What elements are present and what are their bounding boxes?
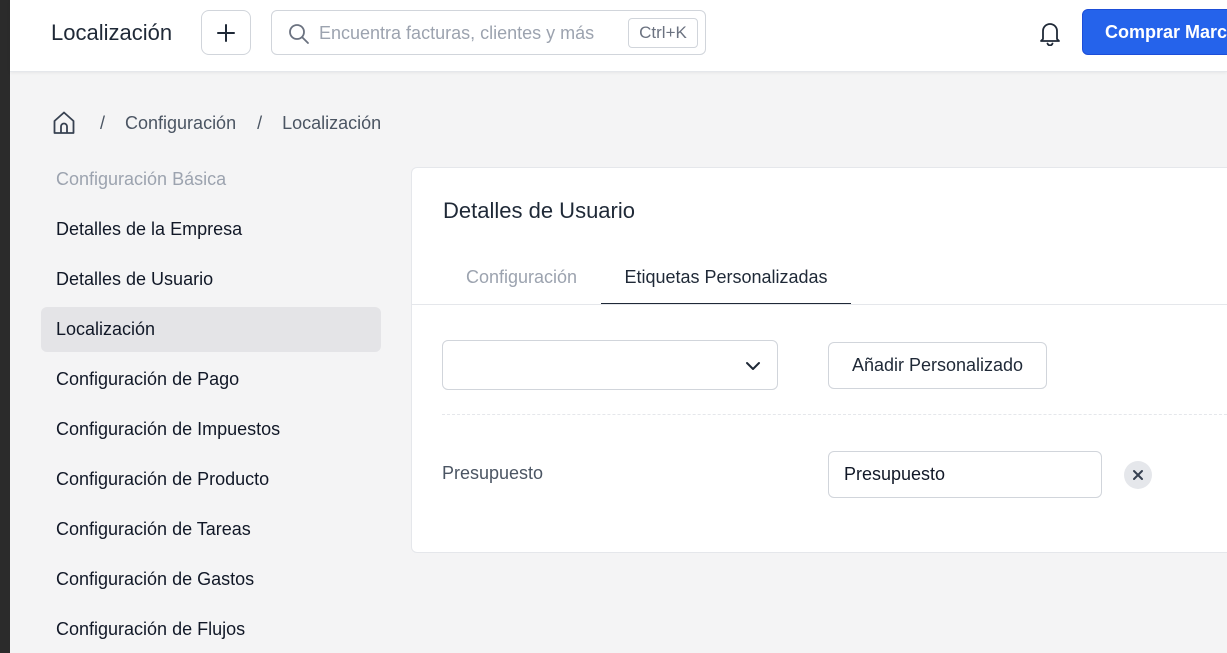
custom-label-input[interactable] — [828, 451, 1102, 498]
sidebar-item-payment-settings[interactable]: Configuración de Pago — [41, 357, 381, 402]
buy-brand-button[interactable]: Comprar Marca — [1082, 9, 1227, 55]
tab-etiquetas-personalizadas[interactable]: Etiquetas Personalizadas — [601, 264, 851, 305]
home-icon[interactable] — [52, 110, 76, 136]
bell-icon[interactable] — [1038, 20, 1062, 46]
search-icon — [289, 24, 309, 44]
keyboard-shortcut-badge: Ctrl+K — [628, 18, 698, 48]
breadcrumb-separator: / — [100, 112, 106, 133]
sidebar-item-task-settings[interactable]: Configuración de Tareas — [41, 507, 381, 552]
top-bar: Localización Encuentra facturas, cliente… — [10, 0, 1227, 72]
tab-configuracion[interactable]: Configuración — [442, 264, 601, 304]
sidebar-item-localization[interactable]: Localización — [41, 307, 381, 352]
page-title: Localización — [51, 20, 173, 45]
user-details-card: Detalles de Usuario Configuración Etique… — [411, 167, 1227, 553]
sidebar-item-tax-settings[interactable]: Configuración de Impuestos — [41, 407, 381, 452]
remove-label-button[interactable] — [1124, 461, 1152, 489]
search-placeholder: Encuentra facturas, clientes y más — [319, 23, 595, 43]
tabs-divider — [412, 304, 1227, 305]
breadcrumb-item-configuracion[interactable]: Configuración — [125, 113, 236, 134]
sidebar-item-user-details[interactable]: Detalles de Usuario — [41, 257, 381, 302]
close-icon — [1133, 470, 1143, 480]
breadcrumb-separator: / — [257, 112, 263, 133]
breadcrumb: / Configuración / Localización — [52, 109, 381, 137]
window-edge — [0, 0, 10, 653]
sidebar-section-title: Configuración Básica — [56, 169, 227, 189]
sidebar-item-company-details[interactable]: Detalles de la Empresa — [41, 207, 381, 252]
settings-sidebar: Configuración Básica Detalles de la Empr… — [41, 157, 381, 652]
sidebar-item-workflow-settings[interactable]: Configuración de Flujos — [41, 607, 381, 652]
custom-label-select[interactable] — [442, 340, 778, 390]
breadcrumb-item-localizacion[interactable]: Localización — [282, 113, 381, 134]
chevron-down-icon — [746, 362, 760, 370]
sidebar-item-product-settings[interactable]: Configuración de Producto — [41, 457, 381, 502]
global-search[interactable]: Encuentra facturas, clientes y más Ctrl+… — [271, 10, 706, 55]
plus-icon — [217, 23, 235, 42]
create-new-button[interactable] — [201, 10, 251, 55]
divider — [442, 414, 1227, 415]
card-title: Detalles de Usuario — [443, 198, 635, 223]
add-custom-button[interactable]: Añadir Personalizado — [828, 342, 1047, 389]
custom-label-name: Presupuesto — [442, 463, 544, 483]
sidebar-item-expense-settings[interactable]: Configuración de Gastos — [41, 557, 381, 602]
